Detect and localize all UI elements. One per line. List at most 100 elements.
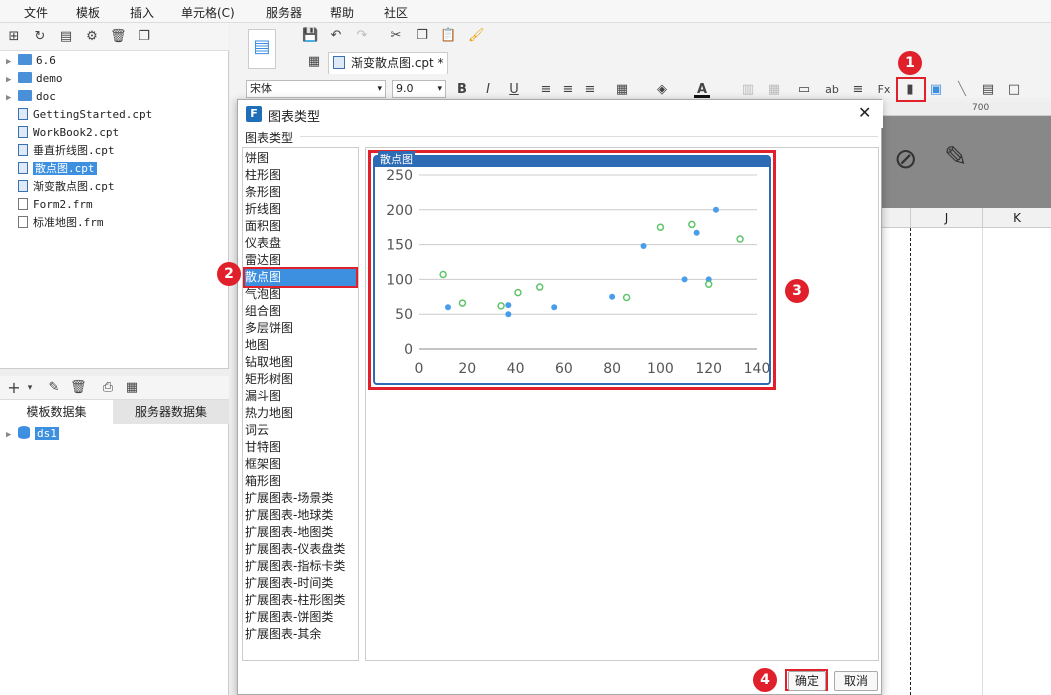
refresh-icon[interactable]: ↻ <box>32 29 48 45</box>
chart-type-item[interactable]: 条形图 <box>245 184 356 201</box>
dataset-item[interactable]: ▶ ds1 <box>6 426 59 442</box>
border-icon[interactable]: ▦ <box>614 82 630 98</box>
column-header-k[interactable]: K <box>982 208 1051 228</box>
chart-type-item[interactable]: 箱形图 <box>245 473 356 490</box>
menu-community[interactable]: 社区 <box>384 4 408 21</box>
align-left-icon[interactable]: ≡ <box>538 82 554 98</box>
grid-icon[interactable]: ▦ <box>306 54 322 70</box>
chart-type-item[interactable]: 热力地图 <box>245 405 356 422</box>
italic-icon[interactable]: I <box>480 82 496 98</box>
align-center-icon[interactable]: ≡ <box>560 82 576 98</box>
delete-icon[interactable]: 🗑 <box>70 380 87 396</box>
chart-type-item[interactable]: 柱形图 <box>245 167 356 184</box>
chart-type-item[interactable]: 饼图 <box>245 150 356 167</box>
copy-icon[interactable]: ❐ <box>414 28 430 44</box>
preview-icon[interactable]: ⎙ <box>100 380 116 396</box>
fill-color-icon[interactable]: ◈ <box>654 82 670 98</box>
chevron-right-icon[interactable]: ▶ <box>6 90 18 106</box>
menu-help[interactable]: 帮助 <box>330 4 354 21</box>
tree-item-file[interactable]: 渐变散点图.cpt <box>6 179 115 195</box>
cut-icon[interactable]: ✂ <box>388 28 404 44</box>
tab-server-datasets[interactable]: 服务器数据集 <box>113 400 229 424</box>
merge-cells-icon[interactable]: ▥ <box>740 82 756 98</box>
ok-button[interactable]: 确定 <box>788 671 826 691</box>
underline-icon[interactable]: U <box>506 82 522 98</box>
chevron-down-icon[interactable]: ▾ <box>22 380 38 396</box>
chart-type-item[interactable]: 气泡图 <box>245 286 356 303</box>
chart-type-item[interactable]: 漏斗图 <box>245 388 356 405</box>
align-right-icon[interactable]: ≡ <box>582 82 598 98</box>
settings-icon[interactable]: ⚙ <box>84 29 100 45</box>
save-icon[interactable]: 💾 <box>302 28 318 44</box>
menu-template[interactable]: 模板 <box>76 4 100 21</box>
chart-type-item[interactable]: 扩展图表-柱形图类 <box>245 592 356 609</box>
tree-item-folder[interactable]: ▶ doc <box>6 89 56 105</box>
chart-type-item[interactable]: 扩展图表-指标卡类 <box>245 558 356 575</box>
formula-icon[interactable]: Fx <box>876 82 892 98</box>
chart-type-item[interactable]: 矩形树图 <box>245 371 356 388</box>
tab-template-datasets[interactable]: 模板数据集 <box>0 400 113 424</box>
font-size-select[interactable]: 9.0 ▾ <box>392 80 446 98</box>
dataset-settings-icon[interactable]: ▦ <box>124 380 140 396</box>
chart-type-item[interactable]: 雷达图 <box>245 252 356 269</box>
tree-item-folder[interactable]: ▶ 6.6 <box>6 53 56 69</box>
chart-type-item[interactable]: 地图 <box>245 337 356 354</box>
chart-type-item[interactable]: 框架图 <box>245 456 356 473</box>
font-color-icon[interactable]: A <box>694 82 710 98</box>
image-icon[interactable]: ▣ <box>928 82 944 98</box>
slash-icon[interactable]: ╲ <box>954 82 970 98</box>
tree-item-folder[interactable]: ▶ demo <box>6 71 63 87</box>
chart-type-item[interactable]: 甘特图 <box>245 439 356 456</box>
edit-icon[interactable]: ✎ <box>46 380 62 396</box>
chart-type-item[interactable]: 折线图 <box>245 201 356 218</box>
split-cells-icon[interactable]: ▦ <box>766 82 782 98</box>
chevron-right-icon[interactable]: ▶ <box>6 72 18 88</box>
rich-text-icon[interactable]: ≡ <box>850 82 866 98</box>
chart-type-item[interactable]: 多层饼图 <box>245 320 356 337</box>
pencil-icon[interactable]: ✎ <box>944 140 967 173</box>
chart-type-item-selected[interactable]: 散点图 <box>243 267 358 288</box>
chart-type-item[interactable]: 扩展图表-时间类 <box>245 575 356 592</box>
tree-item-file[interactable]: 垂直折线图.cpt <box>6 143 115 159</box>
tree-item-file-selected[interactable]: 散点图.cpt <box>6 161 97 177</box>
chart-type-item[interactable]: 扩展图表-其余 <box>245 626 356 643</box>
tree-item-file[interactable]: GettingStarted.cpt <box>6 107 152 123</box>
chart-type-item[interactable]: 词云 <box>245 422 356 439</box>
close-icon[interactable]: ✕ <box>858 103 871 122</box>
cancel-button[interactable]: 取消 <box>834 671 878 691</box>
chevron-right-icon[interactable]: ▶ <box>6 54 18 70</box>
tree-item-file[interactable]: WorkBook2.cpt <box>6 125 119 141</box>
add-icon[interactable]: + <box>6 380 22 396</box>
new-folder-icon[interactable]: ⊞ <box>6 29 22 45</box>
tab-document[interactable]: 渐变散点图.cpt * <box>328 52 448 74</box>
text-icon[interactable]: ab <box>824 82 840 98</box>
open-icon[interactable]: ▤ <box>58 29 74 45</box>
chart-preview-highlight[interactable]: 散点图 0 50 100 150 200 250 0 20 40 60 80 100 120 140 <box>368 150 776 390</box>
subreport-icon[interactable]: ▤ <box>980 82 996 98</box>
chart-type-list[interactable]: 饼图 柱形图 条形图 折线图 面积图 仪表盘 雷达图 散点图 气泡图 组合图 多层饼图 地图 钻取地图矩… <box>242 147 359 661</box>
format-painter-icon[interactable]: 🖌 <box>468 28 485 44</box>
chart-type-item[interactable]: 扩展图表-地图类 <box>245 524 356 541</box>
menu-cell[interactable]: 单元格(C) <box>181 4 235 21</box>
chevron-right-icon[interactable]: ▶ <box>6 427 18 443</box>
column-header-j[interactable]: J <box>910 208 982 228</box>
menu-file[interactable]: 文件 <box>24 4 48 21</box>
chart-type-item[interactable]: 仪表盘 <box>245 235 356 252</box>
menu-insert[interactable]: 插入 <box>130 4 154 21</box>
chart-type-item[interactable]: 扩展图表-仪表盘类 <box>245 541 356 558</box>
chart-type-item[interactable]: 钻取地图 <box>245 354 356 371</box>
chart-type-item[interactable]: 面积图 <box>245 218 356 235</box>
chart-type-item[interactable]: 扩展图表-场景类 <box>245 490 356 507</box>
tree-item-file[interactable]: 标准地图.frm <box>6 215 104 231</box>
frame-icon[interactable]: □ <box>1006 82 1022 98</box>
paste-icon[interactable]: 📋 <box>440 28 456 44</box>
eye-off-icon[interactable]: ⊘ <box>894 142 917 175</box>
delete-icon[interactable]: 🗑 <box>110 29 127 45</box>
text-field-icon[interactable]: ▭ <box>796 82 812 98</box>
copy-icon[interactable]: ❐ <box>136 29 152 45</box>
tree-item-file[interactable]: Form2.frm <box>6 197 93 213</box>
chart-type-item[interactable]: 扩展图表-地球类 <box>245 507 356 524</box>
panel-splitter[interactable] <box>0 368 229 376</box>
template-icon[interactable]: ▤ <box>248 29 276 69</box>
chart-type-item[interactable]: 组合图 <box>245 303 356 320</box>
